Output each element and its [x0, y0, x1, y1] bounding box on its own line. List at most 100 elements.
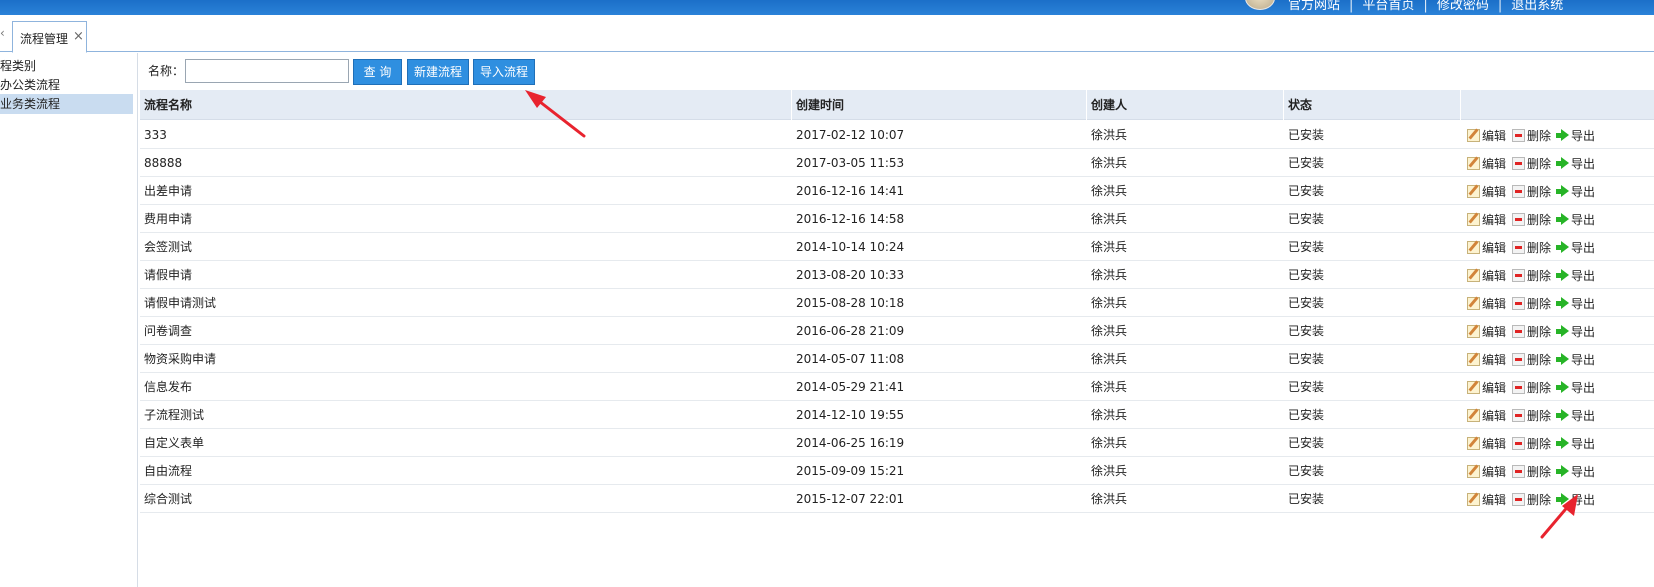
change-password-link[interactable]: 修改密码 — [1437, 0, 1489, 13]
tab-process-management[interactable]: 流程管理 × — [12, 21, 87, 53]
table-row[interactable]: 88888 2017-03-05 11:53 徐洪兵 已安装 编辑 删除 导出 — [140, 149, 1654, 177]
edit-action[interactable]: 编辑 — [1467, 492, 1506, 508]
delete-action[interactable]: 删除 — [1512, 156, 1551, 172]
export-arrow-icon — [1556, 465, 1569, 478]
name-label: 名称： — [148, 64, 185, 78]
table-row[interactable]: 请假申请 2013-08-20 10:33 徐洪兵 已安装 编辑 删除 导出 — [140, 261, 1654, 289]
edit-action[interactable]: 编辑 — [1467, 268, 1506, 284]
delete-action[interactable]: 删除 — [1512, 296, 1551, 312]
tab-scroll-left-icon[interactable]: ‹ — [0, 26, 10, 40]
export-action[interactable]: 导出 — [1556, 352, 1595, 368]
export-action[interactable]: 导出 — [1556, 324, 1595, 340]
table-row[interactable]: 出差申请 2016-12-16 14:41 徐洪兵 已安装 编辑 删除 导出 — [140, 177, 1654, 205]
export-action[interactable]: 导出 — [1556, 156, 1595, 172]
status-cell: 已安装 — [1288, 464, 1325, 478]
delete-action[interactable]: 删除 — [1512, 408, 1551, 424]
edit-action[interactable]: 编辑 — [1467, 156, 1506, 172]
edit-action[interactable]: 编辑 — [1467, 436, 1506, 452]
table-row[interactable]: 信息发布 2014-05-29 21:41 徐洪兵 已安装 编辑 删除 导出 — [140, 373, 1654, 401]
edit-label: 编辑 — [1482, 325, 1507, 339]
creator-cell: 徐洪兵 — [1091, 212, 1128, 226]
column-header-status[interactable]: 状态 — [1284, 90, 1461, 120]
created-time-cell: 2015-09-09 15:21 — [796, 464, 905, 478]
delete-label: 删除 — [1527, 269, 1552, 283]
export-arrow-icon — [1556, 409, 1569, 422]
edit-action[interactable]: 编辑 — [1467, 296, 1506, 312]
edit-action[interactable]: 编辑 — [1467, 380, 1506, 396]
import-process-button[interactable]: 导入流程 — [473, 59, 535, 85]
delete-action[interactable]: 删除 — [1512, 212, 1551, 228]
new-process-button[interactable]: 新建流程 — [407, 59, 469, 85]
delete-action[interactable]: 删除 — [1512, 464, 1551, 480]
export-action[interactable]: 导出 — [1556, 128, 1595, 144]
name-search-input[interactable] — [185, 59, 349, 83]
export-action[interactable]: 导出 — [1556, 436, 1595, 452]
table-row[interactable]: 综合测试 2015-12-07 22:01 徐洪兵 已安装 编辑 删除 导出 — [140, 485, 1654, 513]
official-site-link[interactable]: 官方网站 — [1288, 0, 1340, 13]
table-row[interactable]: 自由流程 2015-09-09 15:21 徐洪兵 已安装 编辑 删除 导出 — [140, 457, 1654, 485]
export-action[interactable]: 导出 — [1556, 380, 1595, 396]
delete-icon — [1512, 241, 1525, 254]
export-action[interactable]: 导出 — [1556, 296, 1595, 312]
export-action[interactable]: 导出 — [1556, 464, 1595, 480]
close-icon[interactable]: × — [73, 29, 84, 44]
edit-action[interactable]: 编辑 — [1467, 240, 1506, 256]
edit-action[interactable]: 编辑 — [1467, 408, 1506, 424]
process-name-cell: 信息发布 — [144, 380, 193, 394]
export-arrow-icon — [1556, 241, 1569, 254]
logout-link[interactable]: 退出系统 — [1511, 0, 1563, 13]
actions-cell: 编辑 删除 导出 — [1461, 233, 1651, 261]
column-header-time[interactable]: 创建时间 — [792, 90, 1087, 120]
user-avatar[interactable] — [1245, 0, 1275, 10]
edit-icon — [1467, 269, 1480, 282]
table-row[interactable]: 自定义表单 2014-06-25 16:19 徐洪兵 已安装 编辑 删除 导出 — [140, 429, 1654, 457]
edit-action[interactable]: 编辑 — [1467, 212, 1506, 228]
delete-action[interactable]: 删除 — [1512, 240, 1551, 256]
sidebar-item-business[interactable]: 业务类流程 — [0, 94, 133, 114]
column-header-name[interactable]: 流程名称 — [140, 90, 792, 120]
export-action[interactable]: 导出 — [1556, 408, 1595, 424]
table-row[interactable]: 会签测试 2014-10-14 10:24 徐洪兵 已安装 编辑 删除 导出 — [140, 233, 1654, 261]
table-row[interactable]: 请假申请测试 2015-08-28 10:18 徐洪兵 已安装 编辑 删除 导出 — [140, 289, 1654, 317]
creator-cell: 徐洪兵 — [1091, 240, 1128, 254]
export-label: 导出 — [1571, 297, 1596, 311]
table-row[interactable]: 333 2017-02-12 10:07 徐洪兵 已安装 编辑 删除 导出 — [140, 121, 1654, 149]
header-separator: | — [1423, 0, 1428, 13]
delete-action[interactable]: 删除 — [1512, 324, 1551, 340]
export-action[interactable]: 导出 — [1556, 492, 1595, 508]
table-row[interactable]: 物资采购申请 2014-05-07 11:08 徐洪兵 已安装 编辑 删除 导出 — [140, 345, 1654, 373]
sidebar-item-label: 程类别 — [0, 59, 37, 73]
edit-action[interactable]: 编辑 — [1467, 352, 1506, 368]
platform-home-link[interactable]: 平台首页 — [1362, 0, 1414, 13]
delete-action[interactable]: 删除 — [1512, 128, 1551, 144]
delete-label: 删除 — [1527, 185, 1552, 199]
export-action[interactable]: 导出 — [1556, 268, 1595, 284]
delete-action[interactable]: 删除 — [1512, 268, 1551, 284]
status-cell: 已安装 — [1288, 296, 1325, 310]
delete-action[interactable]: 删除 — [1512, 492, 1551, 508]
delete-action[interactable]: 删除 — [1512, 380, 1551, 396]
delete-icon — [1512, 437, 1525, 450]
creator-cell: 徐洪兵 — [1091, 296, 1128, 310]
delete-action[interactable]: 删除 — [1512, 436, 1551, 452]
table-row[interactable]: 费用申请 2016-12-16 14:58 徐洪兵 已安装 编辑 删除 导出 — [140, 205, 1654, 233]
edit-action[interactable]: 编辑 — [1467, 184, 1506, 200]
edit-action[interactable]: 编辑 — [1467, 324, 1506, 340]
query-button[interactable]: 查 询 — [353, 59, 402, 85]
column-header-creator[interactable]: 创建人 — [1087, 90, 1284, 120]
export-action[interactable]: 导出 — [1556, 240, 1595, 256]
edit-action[interactable]: 编辑 — [1467, 128, 1506, 144]
status-cell: 已安装 — [1288, 352, 1325, 366]
export-action[interactable]: 导出 — [1556, 184, 1595, 200]
edit-action[interactable]: 编辑 — [1467, 464, 1506, 480]
delete-action[interactable]: 删除 — [1512, 184, 1551, 200]
export-action[interactable]: 导出 — [1556, 212, 1595, 228]
edit-icon — [1467, 129, 1480, 142]
sidebar-item-office[interactable]: 办公类流程 — [0, 75, 133, 95]
table-row[interactable]: 子流程测试 2014-12-10 19:55 徐洪兵 已安装 编辑 删除 导出 — [140, 401, 1654, 429]
table-row[interactable]: 问卷调查 2016-06-28 21:09 徐洪兵 已安装 编辑 删除 导出 — [140, 317, 1654, 345]
tab-strip: ‹ 流程管理 × — [0, 15, 1654, 53]
delete-action[interactable]: 删除 — [1512, 352, 1551, 368]
process-name-cell: 88888 — [144, 156, 183, 170]
sidebar-item-category-root[interactable]: 程类别 — [0, 56, 133, 76]
